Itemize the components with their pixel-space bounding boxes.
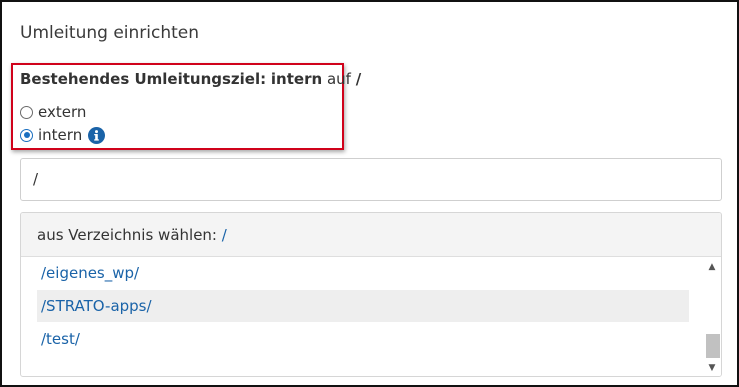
existing-target-line: Bestehendes Umleitungsziel: intern auf / xyxy=(20,70,361,88)
existing-target-path: / xyxy=(355,70,362,88)
scroll-down-icon[interactable]: ▼ xyxy=(703,361,721,375)
scroll-up-icon[interactable]: ▲ xyxy=(703,260,721,274)
existing-target-connector: auf xyxy=(326,70,351,88)
directory-header-label: aus Verzeichnis wählen: xyxy=(37,226,217,244)
radio-extern-label[interactable]: extern xyxy=(38,103,86,121)
directory-panel: aus Verzeichnis wählen: / /eigenes_wp/ /… xyxy=(20,212,722,377)
directory-item-strato-apps[interactable]: /STRATO-apps/ xyxy=(37,290,689,322)
directory-item-eigenes-wp[interactable]: /eigenes_wp/ xyxy=(37,257,689,289)
radio-intern[interactable] xyxy=(20,128,33,142)
existing-target-label: Bestehendes Umleitungsziel: xyxy=(20,70,267,88)
radio-option-intern[interactable]: intern xyxy=(20,126,106,144)
radio-option-extern[interactable]: extern xyxy=(20,103,86,121)
directory-current-path[interactable]: / xyxy=(222,226,227,244)
directory-list: /eigenes_wp/ /STRATO-apps/ /test/ xyxy=(21,257,705,376)
directory-header: aus Verzeichnis wählen: / xyxy=(21,213,721,257)
page-frame: Umleitung einrichten Bestehendes Umleitu… xyxy=(0,0,739,387)
radio-extern[interactable] xyxy=(20,105,33,119)
directory-item-test[interactable]: /test/ xyxy=(37,323,689,355)
path-input[interactable]: / xyxy=(20,158,722,201)
scrollbar-thumb[interactable] xyxy=(706,334,720,358)
section-title: Umleitung einrichten xyxy=(20,23,200,43)
info-circle-icon[interactable] xyxy=(88,126,106,144)
existing-target-type: intern xyxy=(270,70,323,88)
radio-intern-label[interactable]: intern xyxy=(38,126,82,144)
directory-scrollbar[interactable]: ▲ ▼ xyxy=(703,257,721,376)
